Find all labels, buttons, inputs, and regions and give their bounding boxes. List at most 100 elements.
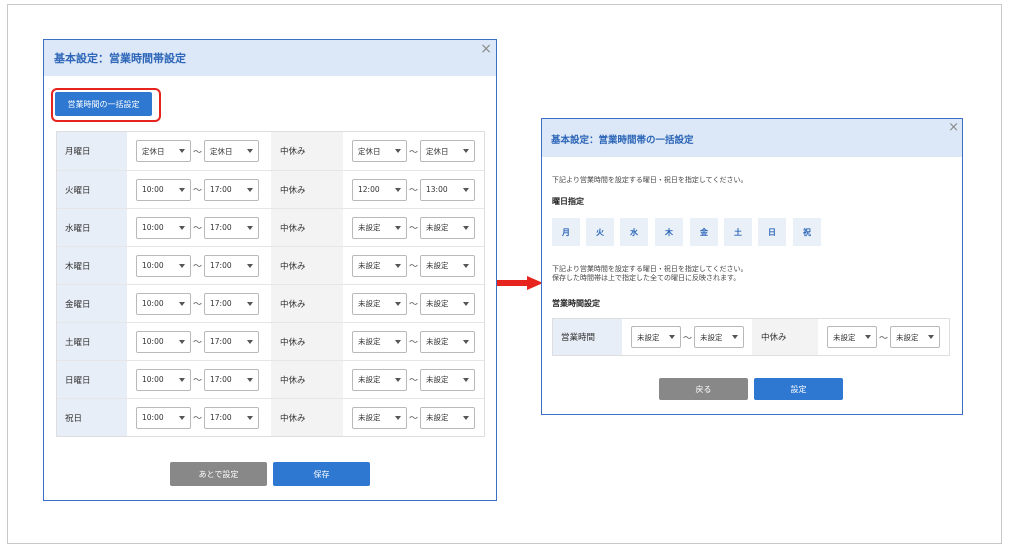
chevron-down-icon [463,149,469,153]
dialog-title: 基本設定：営業時間帯の一括設定 [551,135,694,146]
close-icon[interactable]: × [480,42,492,56]
hours-range: 10:00 〜 17:00 [127,323,271,360]
instruction-line: 下記より営業時間を設定する曜日・祝日を指定してください。 [552,265,748,273]
select-value: 未設定 [700,332,723,342]
day-button-holiday[interactable]: 祝 [793,218,821,246]
break-end-select[interactable]: 未設定 [420,254,475,277]
save-button[interactable]: 保存 [273,462,370,486]
day-button-tue[interactable]: 火 [586,218,614,246]
table-row: 金曜日 10:00 〜 17:00 中休み 未設定〜未設定 [57,284,484,322]
range-separator: 〜 [192,414,202,424]
end-time-select[interactable]: 17:00 [204,406,259,429]
bulk-hours-row: 営業時間 未設定 〜 未設定 中休み 未設定 〜 未設定 [552,318,950,356]
day-button-mon[interactable]: 月 [552,218,580,246]
chevron-down-icon [179,339,185,344]
break-start-select[interactable]: 未設定 [352,368,407,391]
range-separator: 〜 [408,376,418,386]
day-section-title: 曜日指定 [552,197,584,206]
range-separator: 〜 [192,338,202,348]
select-value: 未設定 [896,332,919,342]
break-end-select[interactable]: 未設定 [420,406,475,429]
select-value: 10:00 [142,413,164,422]
hours-end-select[interactable]: 未設定 [694,326,744,348]
select-value: 未設定 [426,375,449,384]
chevron-down-icon [395,187,401,192]
chevron-down-icon [395,225,401,230]
table-row: 水曜日 10:00 〜 17:00 中休み 未設定〜未設定 [57,208,484,246]
select-value: 10:00 [142,185,164,194]
chevron-down-icon [179,149,185,153]
break-start-select[interactable]: 12:00 [352,178,407,201]
start-time-select[interactable]: 10:00 [136,406,191,429]
hours-start-select[interactable]: 未設定 [631,326,681,348]
day-button-sun[interactable]: 日 [758,218,786,246]
chevron-down-icon [463,377,469,382]
chevron-down-icon [463,415,469,420]
break-start-select[interactable]: 定休日 [352,140,407,162]
end-time-select[interactable]: 17:00 [204,292,259,315]
break-end-select[interactable]: 未設定 [420,216,475,239]
start-time-select[interactable]: 10:00 [136,330,191,353]
break-start-select[interactable]: 未設定 [352,216,407,239]
table-row: 日曜日 10:00 〜 17:00 中休み 未設定〜未設定 [57,360,484,398]
end-time-select[interactable]: 17:00 [204,216,259,239]
table-row: 月曜日 定休日〜定休日 中休み 定休日〜定休日 [57,132,484,170]
break-label: 中休み [752,319,818,355]
select-value: 未設定 [426,337,449,346]
range-separator: 〜 [408,186,418,196]
break-end-select[interactable]: 未設定 [420,292,475,315]
set-later-button[interactable]: あとで設定 [170,462,267,486]
chevron-down-icon [928,335,934,339]
range-separator: 〜 [192,262,202,272]
day-button-thu[interactable]: 木 [655,218,683,246]
break-start-select[interactable]: 未設定 [352,406,407,429]
set-button[interactable]: 設定 [754,378,843,400]
select-value: 未設定 [358,375,381,384]
range-separator: 〜 [408,147,418,158]
start-time-select[interactable]: 10:00 [136,216,191,239]
select-value: 未設定 [358,223,381,232]
break-end-select[interactable]: 未設定 [890,326,940,348]
select-value: 未設定 [637,332,660,342]
end-time-select[interactable]: 定休日 [204,140,259,162]
break-end-select[interactable]: 未設定 [420,368,475,391]
select-value: 定休日 [210,146,233,156]
break-end-select[interactable]: 13:00 [420,178,475,201]
day-button-sat[interactable]: 土 [724,218,752,246]
dialog-header: 基本設定：営業時間帯設定 × [44,40,496,76]
end-time-select[interactable]: 17:00 [204,330,259,353]
start-time-select[interactable]: 定休日 [136,140,191,162]
bulk-setting-button[interactable]: 営業時間の一括設定 [55,92,152,116]
break-start-select[interactable]: 未設定 [827,326,877,348]
range-separator: 〜 [408,414,418,424]
back-button[interactable]: 戻る [659,378,748,400]
chevron-down-icon [247,149,253,153]
chevron-down-icon [247,225,253,230]
end-time-select[interactable]: 17:00 [204,368,259,391]
start-time-select[interactable]: 10:00 [136,292,191,315]
end-time-select[interactable]: 17:00 [204,178,259,201]
chevron-down-icon [463,263,469,268]
chevron-down-icon [463,225,469,230]
end-time-select[interactable]: 17:00 [204,254,259,277]
break-start-select[interactable]: 未設定 [352,292,407,315]
break-start-select[interactable]: 未設定 [352,254,407,277]
start-time-select[interactable]: 10:00 [136,254,191,277]
break-range: 未設定〜未設定 [343,361,484,398]
break-label: 中休み [271,285,343,322]
day-button-fri[interactable]: 金 [690,218,718,246]
day-label: 水曜日 [57,209,127,246]
start-time-select[interactable]: 10:00 [136,368,191,391]
chevron-down-icon [865,335,871,339]
chevron-down-icon [395,263,401,268]
close-icon[interactable]: × [948,121,959,134]
chevron-down-icon [732,335,738,339]
break-start-select[interactable]: 未設定 [352,330,407,353]
select-value: 13:00 [426,185,448,194]
chevron-down-icon [395,301,401,306]
break-end-select[interactable]: 定休日 [420,140,475,162]
hours-range: 未設定 〜 未設定 [622,319,752,355]
day-button-wed[interactable]: 水 [620,218,648,246]
break-end-select[interactable]: 未設定 [420,330,475,353]
start-time-select[interactable]: 10:00 [136,178,191,201]
